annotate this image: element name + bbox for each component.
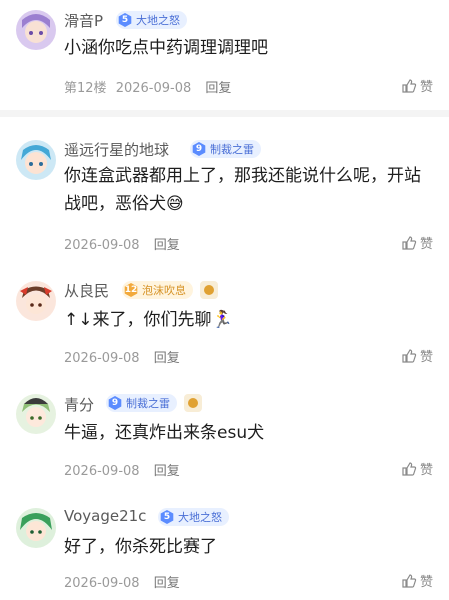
like-label: 赞 [419,237,433,252]
avatar[interactable] [16,508,56,548]
level-icon: 5 [160,510,174,524]
floor-label: 第12楼 [64,81,107,96]
level-icon: 12 [124,283,138,297]
username[interactable]: 滑音P [64,10,103,31]
fan-badge[interactable]: 9 制裁之雷 [190,140,261,158]
username[interactable]: Voyage21c [64,507,146,525]
thumbs-up-icon [402,78,417,93]
badge-label: 大地之怒 [136,14,180,27]
badge-label: 大地之怒 [178,511,222,524]
like-button[interactable]: 赞 [401,233,433,252]
medal-icon[interactable] [200,281,218,299]
avatar[interactable] [16,10,56,50]
comment-meta: 2026-09-08 回复 [64,460,180,479]
comment-meta: 2026-09-08 回复 [64,347,180,366]
username[interactable]: 青分 [64,394,94,415]
comment-text: 好了，你杀死比赛了 [64,537,217,557]
comment-date: 2026-09-08 [115,81,192,96]
comment-item: 滑音P 5 大地之怒 小涵你吃点中药调理调理吧 第12楼 2026-09-08 … [0,0,449,110]
like-button[interactable]: 赞 [401,76,433,95]
like-button[interactable]: 赞 [401,346,433,365]
comment-meta: 2026-09-08 回复 [64,234,180,253]
username[interactable]: 遥远行星的地球 [64,139,169,160]
like-label: 赞 [419,350,433,365]
comment-date: 2026-09-08 [64,464,140,479]
comment-item: 遥远行星的地球 9 制裁之雷 你连盒武器都用上了，那我还能说什么呢，开站战吧，恶… [0,117,449,267]
reply-button[interactable]: 回复 [154,576,180,591]
comment-text: 你连盒武器都用上了，那我还能说什么呢，开站战吧，恶俗犬😅 [64,166,421,214]
reply-button[interactable]: 回复 [154,464,180,479]
avatar[interactable] [16,140,56,180]
comment-text: 小涵你吃点中药调理调理吧 [64,38,268,58]
avatar[interactable] [16,281,56,321]
fan-badge[interactable]: 5 大地之怒 [158,508,229,526]
thumbs-up-icon [402,235,417,250]
level-icon: 5 [118,13,132,27]
reply-button[interactable]: 回复 [154,238,180,253]
comment-date: 2026-09-08 [64,351,140,366]
level-icon: 9 [108,396,122,410]
thumbs-up-icon [402,461,417,476]
fan-badge[interactable]: 9 制裁之雷 [106,394,177,412]
like-button[interactable]: 赞 [401,571,433,590]
like-label: 赞 [419,575,433,590]
like-button[interactable]: 赞 [401,459,433,478]
reply-button[interactable]: 回复 [154,351,180,366]
comment-date: 2026-09-08 [64,576,140,591]
reply-button[interactable]: 回复 [205,81,231,96]
avatar[interactable] [16,394,56,434]
thumbs-up-icon [402,348,417,363]
level-icon: 9 [192,142,206,156]
comment-item: Voyage21c 5 大地之怒 好了，你杀死比赛了 2026-09-08 回复… [0,493,449,600]
fan-badge[interactable]: 5 大地之怒 [116,11,187,29]
like-label: 赞 [419,463,433,478]
comment-item: 从良民 12 泡沫吹息 ↑↓来了，你们先聊🏃‍♀️ 2026-09-08 回复 … [0,267,449,380]
badge-label: 泡沫吹息 [142,284,186,297]
badge-label: 制裁之雷 [210,143,254,156]
comment-item: 青分 9 制裁之雷 牛逼，还真炸出来条esu犬 2026-09-08 回复 赞 [0,380,449,493]
comment-date: 2026-09-08 [64,238,140,253]
comment-text: 牛逼，还真炸出来条esu犬 [64,423,265,443]
username[interactable]: 从良民 [64,280,109,301]
comment-meta: 第12楼 2026-09-08 回复 [64,77,231,96]
like-label: 赞 [419,80,433,95]
divider [0,110,449,117]
comment-meta: 2026-09-08 回复 [64,572,180,591]
thumbs-up-icon [402,573,417,588]
badge-label: 制裁之雷 [126,397,170,410]
comment-text: ↑↓来了，你们先聊🏃‍♀️ [64,310,233,330]
fan-badge[interactable]: 12 泡沫吹息 [122,281,193,299]
medal-icon[interactable] [184,394,202,412]
